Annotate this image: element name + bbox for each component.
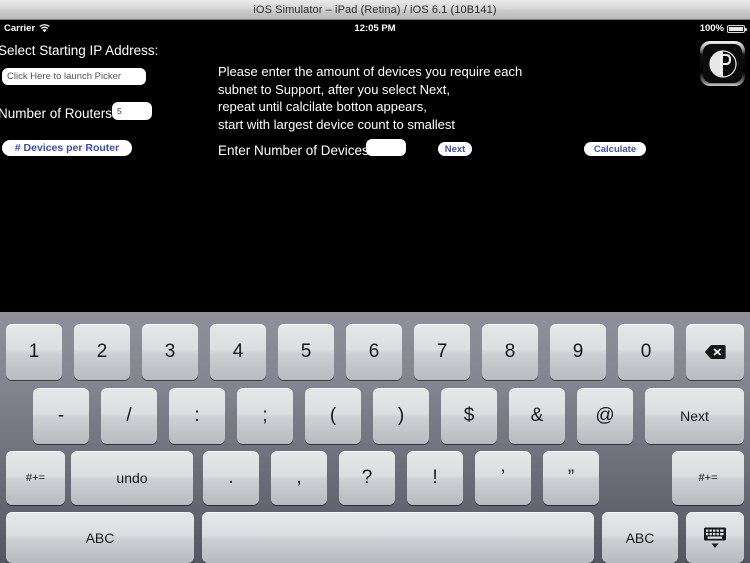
- instructions-line-2: subnet to Support, after you select Next…: [218, 81, 450, 97]
- number-of-routers-label: Number of Routers:: [0, 106, 116, 121]
- key-apostrophe[interactable]: ’: [475, 451, 531, 505]
- key-abc-right[interactable]: ABC: [602, 512, 678, 563]
- key-hide-keyboard[interactable]: [686, 512, 744, 563]
- key-0[interactable]: 0: [618, 324, 674, 380]
- calculate-button[interactable]: Calculate: [584, 142, 646, 156]
- key-paren-open[interactable]: (: [305, 388, 361, 444]
- key-hyphen[interactable]: -: [33, 388, 89, 444]
- key-9[interactable]: 9: [550, 324, 606, 380]
- key-7[interactable]: 7: [414, 324, 470, 380]
- battery-full-icon: [727, 24, 747, 33]
- key-colon[interactable]: :: [169, 388, 225, 444]
- key-5[interactable]: 5: [278, 324, 334, 380]
- key-paren-close[interactable]: ): [373, 388, 429, 444]
- app-content: Select Starting IP Address: Number of Ro…: [0, 37, 750, 312]
- key-symbols-left[interactable]: #+=: [6, 451, 65, 505]
- number-of-routers-input[interactable]: [112, 102, 152, 120]
- simulator-screen: iOS Simulator – iPad (Retina) / iOS 6.1 …: [0, 0, 750, 563]
- key-exclamation[interactable]: !: [407, 451, 463, 505]
- key-delete[interactable]: [686, 324, 744, 380]
- ip-picker-field[interactable]: [2, 68, 146, 85]
- hide-keyboard-icon: [702, 525, 728, 551]
- select-ip-label: Select Starting IP Address:: [0, 43, 159, 58]
- app-icon-glyph: [708, 49, 737, 78]
- instructions-line-3: repeat until calcilate botton appears,: [218, 99, 427, 114]
- app-icon-badge: [700, 41, 745, 86]
- key-4[interactable]: 4: [210, 324, 266, 380]
- key-dollar[interactable]: $: [441, 388, 497, 444]
- onscreen-keyboard: 1 2 3 4 5 6 7 8 9 0 - / : ; ( ) $ & @ Ne…: [0, 312, 750, 563]
- instructions-text: Please enter the amount of devices you r…: [218, 63, 538, 133]
- instructions-line-1: Please enter the amount of devices you r…: [218, 64, 523, 79]
- key-period[interactable]: .: [203, 451, 259, 505]
- status-bar-right: 100%: [699, 23, 747, 34]
- window-title: iOS Simulator – iPad (Retina) / iOS 6.1 …: [253, 3, 497, 16]
- enter-number-of-devices-label: Enter Number of Devices:: [218, 143, 373, 158]
- key-3[interactable]: 3: [142, 324, 198, 380]
- ios-status-bar: Carrier 12:05 PM 100%: [0, 21, 750, 37]
- battery-percent-label: 100%: [699, 23, 724, 34]
- next-button[interactable]: Next: [438, 142, 472, 156]
- key-at[interactable]: @: [577, 388, 633, 444]
- key-abc-left[interactable]: ABC: [6, 512, 194, 563]
- key-slash[interactable]: /: [101, 388, 157, 444]
- delete-icon: [704, 344, 726, 360]
- status-bar-time: 12:05 PM: [354, 23, 396, 34]
- key-symbols-right[interactable]: #+=: [672, 451, 744, 505]
- key-undo[interactable]: undo: [71, 451, 193, 505]
- simulator-titlebar: iOS Simulator – iPad (Retina) / iOS 6.1 …: [0, 0, 750, 20]
- key-2[interactable]: 2: [74, 324, 130, 380]
- key-next[interactable]: Next: [645, 388, 744, 444]
- key-question[interactable]: ?: [339, 451, 395, 505]
- key-quote[interactable]: ”: [543, 451, 599, 505]
- number-of-devices-input[interactable]: [366, 139, 406, 156]
- key-1[interactable]: 1: [6, 324, 62, 380]
- app-icon-inner: [703, 44, 742, 83]
- key-semicolon[interactable]: ;: [237, 388, 293, 444]
- key-6[interactable]: 6: [346, 324, 402, 380]
- devices-per-router-button[interactable]: # Devices per Router: [2, 140, 132, 156]
- key-ampersand[interactable]: &: [509, 388, 565, 444]
- key-comma[interactable]: ,: [271, 451, 327, 505]
- key-8[interactable]: 8: [482, 324, 538, 380]
- key-space[interactable]: [202, 512, 594, 563]
- instructions-line-4: start with largest device count to small…: [218, 116, 455, 132]
